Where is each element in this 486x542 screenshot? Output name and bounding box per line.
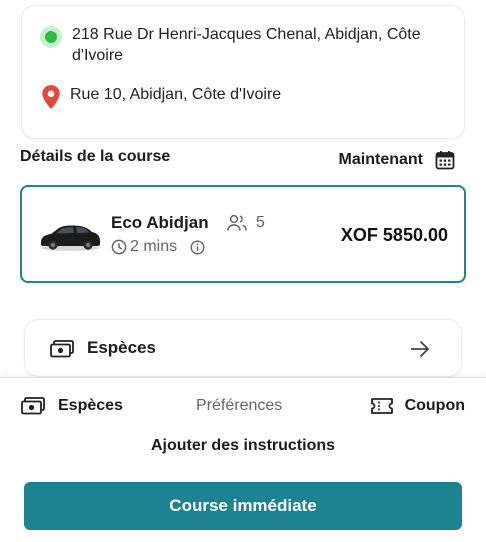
coupon-option[interactable]: Coupon bbox=[370, 397, 465, 415]
payment-method-card[interactable]: Espèces bbox=[24, 319, 462, 377]
ticket-icon bbox=[370, 398, 393, 414]
arrow-right-icon[interactable] bbox=[409, 339, 431, 359]
pickup-row[interactable]: 218 Rue Dr Henri-Jacques Chenal, Abidjan… bbox=[40, 24, 450, 66]
eta-text: 2 mins bbox=[130, 238, 178, 255]
pickup-dot-icon bbox=[40, 26, 62, 48]
dropoff-address: Rue 10, Abidjan, Côte d'Ivoire bbox=[70, 86, 282, 103]
pickup-address: 218 Rue Dr Henri-Jacques Chenal, Abidjan… bbox=[72, 26, 421, 64]
details-title: Détails de la course bbox=[20, 148, 171, 165]
add-instructions-link[interactable]: Ajouter des instructions bbox=[0, 437, 486, 455]
dropoff-row[interactable]: Rue 10, Abidjan, Côte d'Ivoire bbox=[40, 84, 450, 110]
cash-icon bbox=[50, 340, 74, 358]
preferences-option[interactable]: Préférences bbox=[196, 397, 282, 415]
seat-count: 5 bbox=[256, 214, 265, 231]
cash-icon bbox=[21, 397, 45, 415]
info-icon[interactable] bbox=[190, 240, 205, 255]
cash-option[interactable]: Espèces bbox=[21, 397, 123, 415]
schedule-label: Maintenant bbox=[338, 151, 423, 168]
bottom-panel: Espèces Préférences Coupon Ajouter des i… bbox=[0, 377, 486, 542]
ride-name: Eco Abidjan bbox=[111, 213, 209, 232]
coupon-label: Coupon bbox=[404, 397, 465, 414]
calendar-icon[interactable] bbox=[435, 150, 455, 170]
car-icon bbox=[41, 225, 100, 251]
ride-option-card[interactable]: Eco Abidjan 5 2 mins XOF 5850.00 bbox=[20, 185, 466, 283]
address-card: 218 Rue Dr Henri-Jacques Chenal, Abidjan… bbox=[21, 5, 465, 139]
payment-method-label: Espèces bbox=[87, 338, 156, 357]
people-icon bbox=[227, 214, 247, 231]
map-pin-icon bbox=[42, 85, 60, 109]
schedule-selector[interactable]: Maintenant bbox=[339, 150, 455, 170]
cash-option-label: Espèces bbox=[58, 397, 123, 414]
ride-price: XOF 5850.00 bbox=[340, 225, 448, 245]
preferences-label: Préférences bbox=[196, 397, 283, 414]
book-now-button[interactable]: Course immédiate bbox=[24, 482, 462, 530]
clock-icon bbox=[111, 239, 127, 255]
